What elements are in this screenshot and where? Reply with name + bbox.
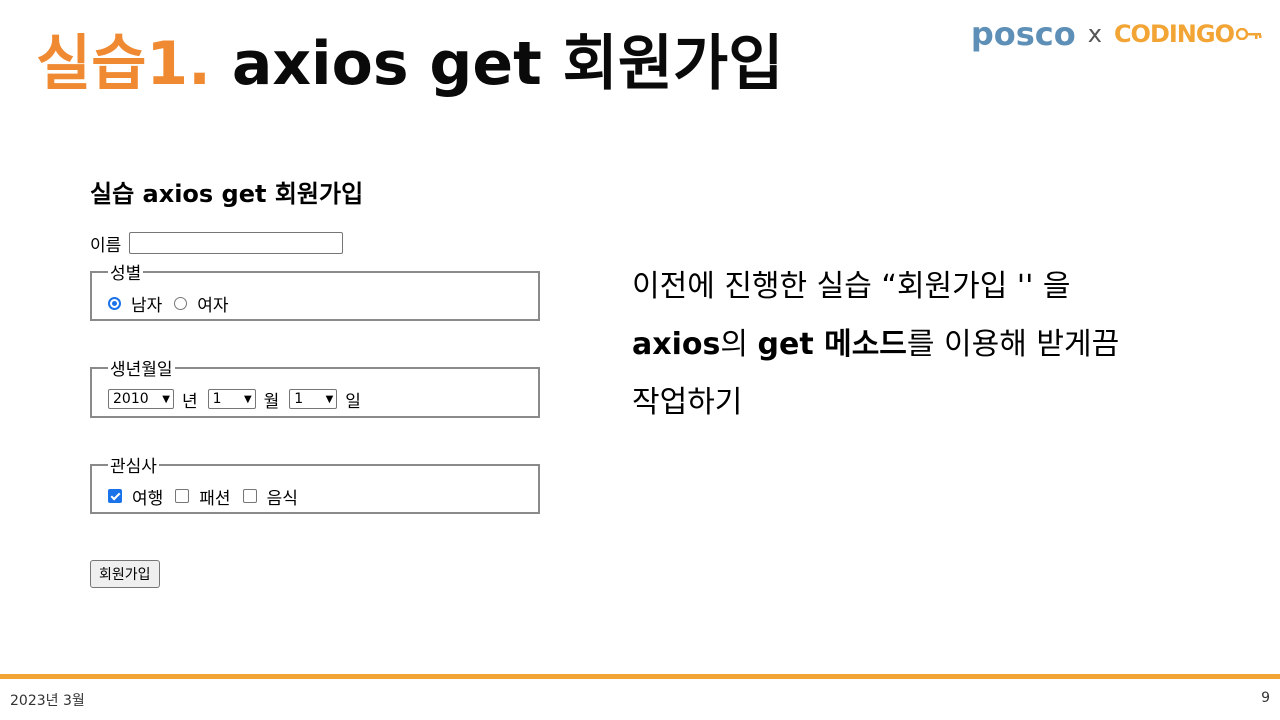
chevron-down-icon: ▼ <box>325 393 334 405</box>
interest-label-travel: 여행 <box>132 488 164 509</box>
year-value: 2010 <box>113 391 149 407</box>
signup-submit-button[interactable]: 회원가입 <box>90 560 160 588</box>
month-select[interactable]: 1 ▼ <box>207 389 256 409</box>
slide-title-accent: 실습1. <box>36 29 211 99</box>
logo-bar: posco x CODINGO <box>971 14 1262 54</box>
logo-separator: x <box>1087 20 1102 48</box>
birthdate-fieldset: 생년월일 2010 ▼ 년 1 ▼ 월 1 ▼ 일 <box>90 355 540 418</box>
gender-label-male: 남자 <box>131 295 163 316</box>
day-value: 1 <box>294 391 304 407</box>
instructions-line-3: 작업하기 <box>632 385 743 420</box>
month-unit: 월 <box>263 391 280 412</box>
instructions-line-2-rest: 를 이용해 받게끔 <box>906 327 1120 362</box>
chevron-down-icon: ▼ <box>162 393 170 405</box>
gender-radio-male[interactable] <box>108 296 121 310</box>
interest-fieldset: 관심사 여행 패션 음식 <box>90 452 540 514</box>
year-select[interactable]: 2010 ▼ <box>108 389 174 409</box>
interest-label-fashion: 패션 <box>199 488 231 509</box>
birthdate-selects: 2010 ▼ 년 1 ▼ 월 1 ▼ 일 <box>108 386 522 412</box>
instructions-line-1: 이전에 진행한 실습 “회원가입 '' 을 <box>632 269 1071 304</box>
interest-options: 여행 패션 음식 <box>108 483 522 509</box>
slide-title: 실습1. axios get 회원가입 <box>36 22 783 106</box>
name-label: 이름 <box>90 235 122 256</box>
birthdate-legend: 생년월일 <box>110 360 173 380</box>
interest-legend: 관심사 <box>110 457 157 477</box>
interest-label-food: 음식 <box>266 488 298 509</box>
instructions-line-2: axios의 get 메소드를 이용해 받게끔 <box>632 316 1252 374</box>
footer-divider <box>0 674 1280 679</box>
name-input[interactable] <box>129 232 344 254</box>
gender-legend: 성별 <box>110 264 142 284</box>
chevron-down-icon: ▼ <box>243 393 252 405</box>
instructions-get-method: get 메소드 <box>757 327 907 362</box>
gender-radio-female[interactable] <box>174 296 188 310</box>
name-row: 이름 <box>90 229 590 257</box>
footer-date: 2023년 3월 <box>10 693 85 709</box>
year-unit: 년 <box>182 391 198 412</box>
gender-options: 남자 여자 <box>108 290 522 316</box>
interest-checkbox-fashion[interactable] <box>175 489 190 503</box>
signup-form-screenshot: 실습 axios get 회원가입 이름 성별 남자 여자 생년월일 2010 … <box>90 168 590 588</box>
key-icon <box>1236 28 1262 40</box>
day-unit: 일 <box>345 391 361 412</box>
interest-checkbox-travel[interactable] <box>108 489 122 503</box>
gender-fieldset: 성별 남자 여자 <box>90 259 540 321</box>
page-number: 9 <box>1261 690 1270 706</box>
instructions-particle: 의 <box>720 327 758 362</box>
codingon-logo-text: CODINGO <box>1113 20 1235 48</box>
gender-label-female: 여자 <box>197 295 229 316</box>
codingon-logo: CODINGO <box>1114 20 1262 48</box>
day-select[interactable]: 1 ▼ <box>289 389 338 409</box>
slide-title-main: axios get 회원가입 <box>231 29 784 99</box>
interest-checkbox-food[interactable] <box>242 489 257 503</box>
instructions-axios: axios <box>632 327 721 362</box>
form-heading: 실습 axios get 회원가입 <box>90 180 364 208</box>
posco-logo: posco <box>970 15 1076 53</box>
month-value: 1 <box>212 391 222 407</box>
instructions-text: 이전에 진행한 실습 “회원가입 '' 을 axios의 get 메소드를 이용… <box>632 258 1252 432</box>
